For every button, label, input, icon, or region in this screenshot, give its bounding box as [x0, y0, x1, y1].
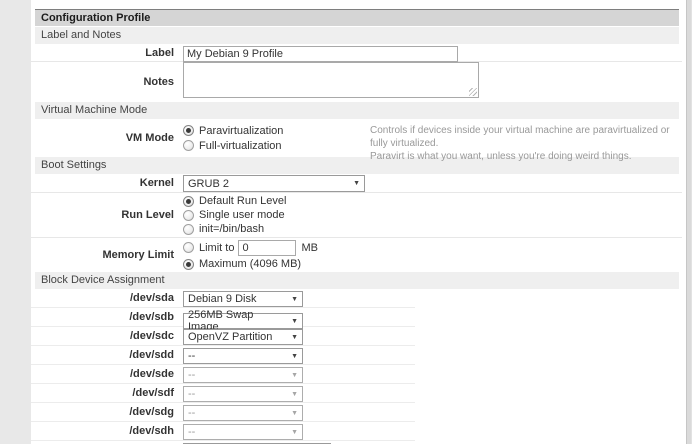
full-virtualization-radio[interactable]: [183, 140, 194, 151]
dropdown-arrow-icon: ▼: [291, 391, 298, 398]
default-run-level-radio-label: Default Run Level: [199, 195, 286, 207]
device-label: /dev/sde: [31, 368, 179, 380]
kernel-label: Kernel: [31, 177, 179, 189]
device-row-sde: /dev/sde -- ▼: [31, 365, 415, 384]
dropdown-arrow-icon: ▼: [291, 334, 298, 341]
notes-field-label: Notes: [31, 76, 179, 88]
sdd-select[interactable]: -- ▼: [183, 348, 303, 364]
page: Configuration Profile Label and Notes La…: [0, 0, 694, 444]
device-label: /dev/sdb: [31, 311, 179, 323]
default-run-level-radio[interactable]: [183, 196, 194, 207]
single-user-mode-radio-label: Single user mode: [199, 209, 285, 221]
device-row-sdg: /dev/sdg -- ▼: [31, 403, 415, 422]
memory-limit-row: Memory Limit Limit to MB Maximum (4096 M…: [31, 238, 682, 272]
section-header-label-and-notes: Label and Notes: [35, 27, 679, 44]
device-label: /dev/sda: [31, 292, 179, 304]
paravirtualization-radio[interactable]: [183, 125, 194, 136]
sdg-select-value: --: [188, 407, 195, 419]
dropdown-arrow-icon: ▼: [291, 410, 298, 417]
memory-maximum-radio[interactable]: [183, 259, 194, 270]
device-label: /dev/sdd: [31, 349, 179, 361]
sdc-select-value: OpenVZ Partition: [188, 331, 272, 343]
dropdown-arrow-icon: ▼: [353, 180, 360, 187]
block-device-table: /dev/sda Debian 9 Disk ▼ /dev/sdb 256MB …: [31, 289, 415, 444]
sdh-select[interactable]: -- ▼: [183, 424, 303, 440]
notes-textarea[interactable]: [183, 62, 479, 98]
sdd-select-value: --: [188, 350, 195, 362]
sde-select-value: --: [188, 369, 195, 381]
run-level-row: Run Level Default Run Level Single user …: [31, 193, 682, 238]
dropdown-arrow-icon: ▼: [291, 372, 298, 379]
sda-select-value: Debian 9 Disk: [188, 293, 256, 305]
memory-limit-label: Memory Limit: [31, 249, 179, 261]
kernel-select-value: GRUB 2: [188, 178, 229, 190]
full-virtualization-radio-label: Full-virtualization: [199, 140, 282, 152]
sde-select[interactable]: -- ▼: [183, 367, 303, 383]
sdc-select[interactable]: OpenVZ Partition ▼: [183, 329, 303, 345]
configuration-profile-panel: Configuration Profile Label and Notes La…: [31, 0, 682, 444]
page-left-gutter: [0, 0, 31, 444]
device-row-sdb: /dev/sdb 256MB Swap Image ▼: [31, 308, 415, 327]
page-title: Configuration Profile: [35, 9, 679, 26]
vm-mode-help-text: Controls if devices inside your virtual …: [370, 124, 678, 163]
sdg-select[interactable]: -- ▼: [183, 405, 303, 421]
memory-limit-input[interactable]: [238, 240, 296, 256]
paravirtualization-radio-label: Paravirtualization: [199, 125, 283, 137]
vertical-scrollbar[interactable]: [686, 0, 692, 444]
sdh-select-value: --: [188, 426, 195, 438]
memory-limit-unit-label: MB: [301, 242, 318, 254]
vm-mode-row: VM Mode Paravirtualization Full-virtuali…: [31, 119, 682, 157]
sdf-select-value: --: [188, 388, 195, 400]
device-row-sdc: /dev/sdc OpenVZ Partition ▼: [31, 327, 415, 346]
label-input[interactable]: [183, 46, 458, 62]
kernel-row: Kernel GRUB 2 ▼: [31, 174, 682, 193]
label-row: Label: [31, 44, 682, 62]
init-bin-bash-radio-label: init=/bin/bash: [199, 223, 264, 235]
single-user-mode-radio[interactable]: [183, 210, 194, 221]
notes-row: Notes: [31, 62, 682, 102]
kernel-select[interactable]: GRUB 2 ▼: [183, 175, 365, 192]
device-label: /dev/sdf: [31, 387, 179, 399]
device-row-sdh: /dev/sdh -- ▼: [31, 422, 415, 441]
memory-limit-to-radio[interactable]: [183, 242, 194, 253]
dropdown-arrow-icon: ▼: [291, 429, 298, 436]
dropdown-arrow-icon: ▼: [291, 318, 298, 325]
device-label: /dev/sdg: [31, 406, 179, 418]
textarea-resize-grip-icon[interactable]: [469, 88, 477, 96]
label-field-label: Label: [31, 47, 179, 59]
dropdown-arrow-icon: ▼: [291, 296, 298, 303]
device-label: /dev/sdc: [31, 330, 179, 342]
memory-limit-to-label: Limit to: [199, 242, 234, 254]
dropdown-arrow-icon: ▼: [291, 353, 298, 360]
memory-maximum-radio-label: Maximum (4096 MB): [199, 258, 301, 270]
device-row-sdd: /dev/sdd -- ▼: [31, 346, 415, 365]
section-header-block-device-assignment: Block Device Assignment: [35, 272, 679, 289]
run-level-label: Run Level: [31, 209, 179, 221]
init-bin-bash-radio[interactable]: [183, 224, 194, 235]
device-label: /dev/sdh: [31, 425, 179, 437]
section-header-virtual-machine-mode: Virtual Machine Mode: [35, 102, 679, 119]
vm-mode-label: VM Mode: [31, 132, 179, 144]
device-row-sdf: /dev/sdf -- ▼: [31, 384, 415, 403]
sdf-select[interactable]: -- ▼: [183, 386, 303, 402]
